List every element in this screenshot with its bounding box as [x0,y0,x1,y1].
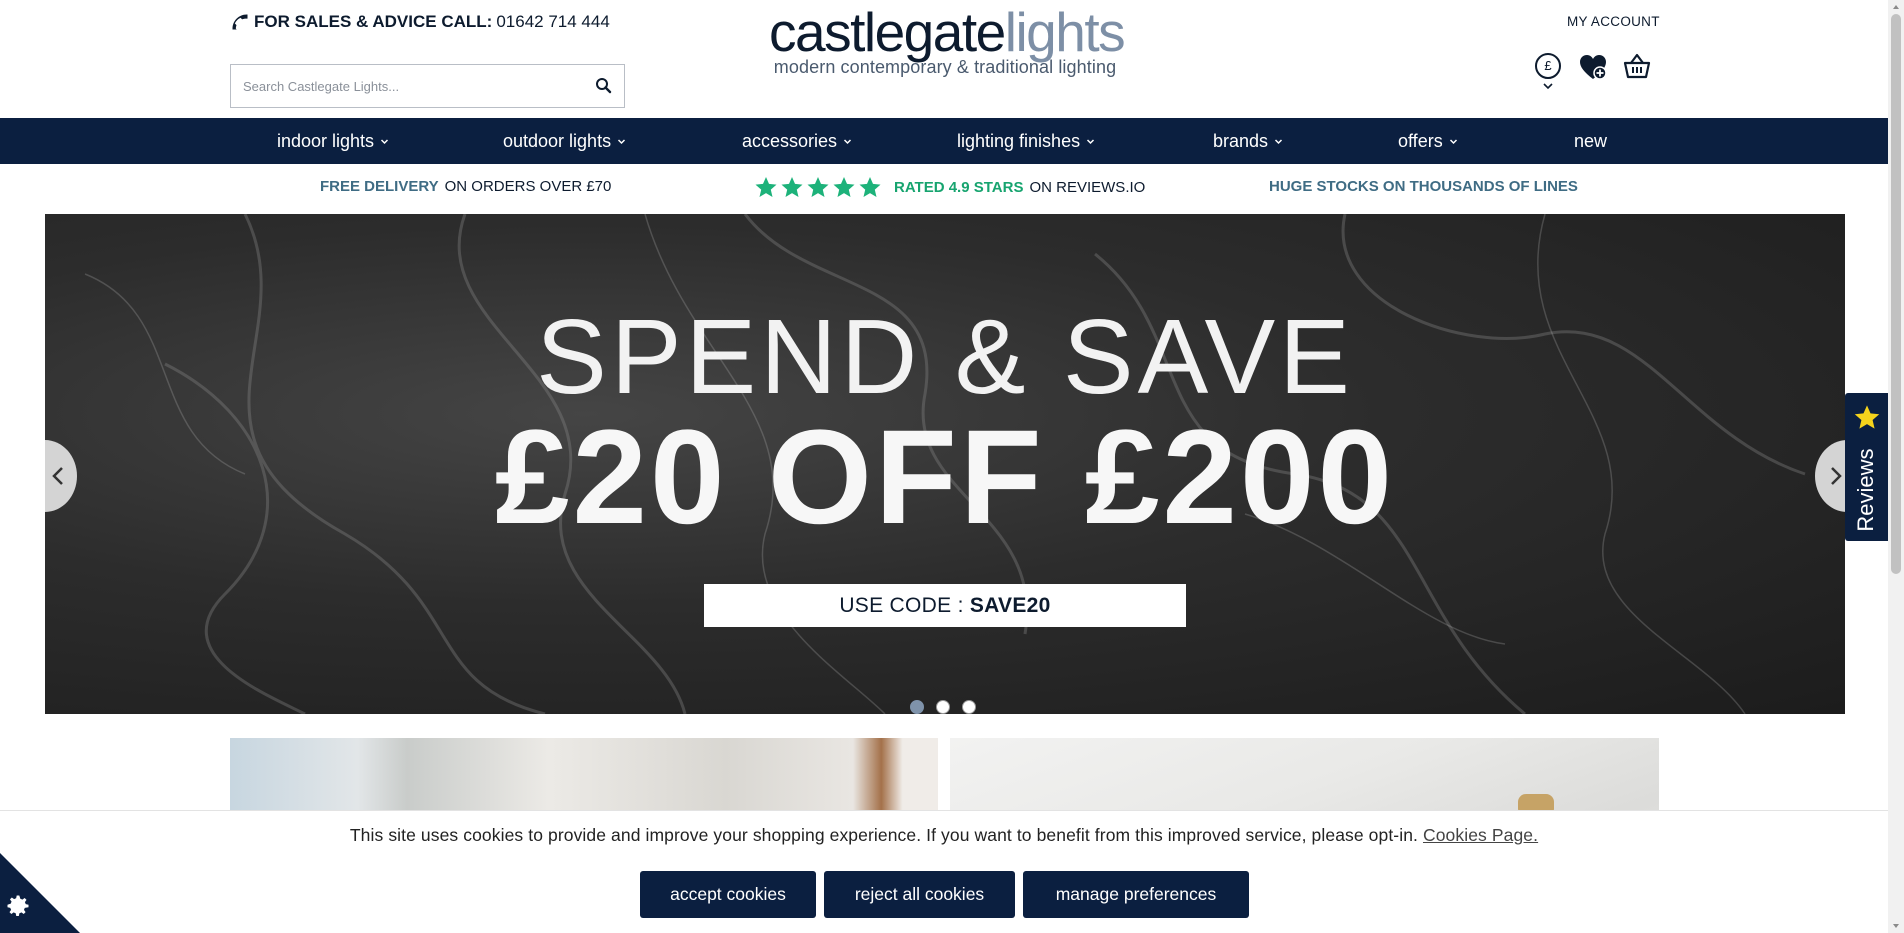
nav-label: new [1574,131,1608,151]
manage-preferences-button[interactable]: manage preferences [1023,871,1249,918]
nav-item-lighting-finishes[interactable]: lighting finishes [957,118,1095,164]
nav-item-accessories[interactable]: accessories [742,118,852,164]
phone-icon [232,14,248,30]
rating-stars [754,175,882,199]
scroll-down-arrow-icon[interactable] [1892,922,1900,930]
nav-label: lighting finishes [957,131,1081,151]
search-icon[interactable] [594,76,614,96]
site-logo[interactable]: castlegatelights modern contemporary & t… [769,1,1126,80]
nav-label: offers [1398,131,1443,151]
chevron-down-icon [1449,138,1457,144]
nav-label: outdoor lights [503,131,612,151]
star-icon [1854,405,1880,429]
search-box [230,64,625,108]
star-icon [859,177,881,197]
usp-stocks: HUGE STOCKS ON THOUSANDS OF LINES [1269,178,1578,195]
gear-icon [7,895,29,917]
hero-offer: £20 OFF £200 [494,403,1396,552]
page-scrollbar[interactable] [1888,0,1904,933]
search-input[interactable] [231,65,571,107]
nav-item-indoor-lights[interactable]: indoor lights [277,118,389,164]
nav-item-new[interactable]: new [1574,118,1607,164]
nav-item-brands[interactable]: brands [1213,118,1283,164]
phone-label: FOR SALES & ADVICE CALL: [254,12,493,31]
usp-stocks-text: HUGE STOCKS ON THOUSANDS OF LINES [1269,178,1578,195]
nav-label: accessories [742,131,838,151]
reviews-tab-label: Reviews [1853,448,1878,532]
logo-tagline: modern contemporary & traditional lighti… [773,57,1117,77]
logo-wordmark: castlegatelights [769,1,1126,63]
my-account-link[interactable]: MY ACCOUNT [1567,14,1660,29]
reject-cookies-button[interactable]: reject all cookies [824,871,1015,918]
carousel-dot-2[interactable] [936,700,950,714]
logo-part-lights: lights [1004,1,1126,63]
main-navigation: indoor lights outdoor lights accessories… [0,118,1888,164]
chevron-right-icon [1831,467,1842,485]
nav-item-outdoor-lights[interactable]: outdoor lights [503,118,626,164]
nav-item-offers[interactable]: offers [1398,118,1458,164]
promo-code-prefix: USE CODE : [839,594,970,617]
chevron-down-icon [844,138,852,144]
star-icon [755,177,777,197]
usp-free-delivery: FREE DELIVERY ON ORDERS OVER £70 [320,178,611,195]
basket-icon[interactable] [1623,52,1651,80]
carousel-dot-1[interactable] [910,700,924,714]
cookie-message-line: This site uses cookies to provide and im… [0,825,1888,846]
site-header: FOR SALES & ADVICE CALL: 01642 714 444 c… [0,0,1888,118]
rating-highlight: RATED 4.9 STARS [894,178,1024,196]
scrollbar-thumb[interactable] [1891,14,1901,574]
chevron-down-icon [381,138,389,144]
reviews-side-tab[interactable]: Reviews [1845,393,1888,541]
scroll-up-arrow-icon[interactable] [1892,3,1900,11]
accept-cookies-button[interactable]: accept cookies [640,871,816,918]
rating-source: ON REVIEWS.IO [1029,178,1146,196]
chevron-down-icon [618,138,626,144]
star-icon [807,177,829,197]
logo-part-castlegate: castlegate [769,1,1006,63]
nav-label: indoor lights [277,131,375,151]
carousel-dot-3[interactable] [962,700,976,714]
nav-label: brands [1213,131,1269,151]
carousel-dots [910,700,976,714]
chevron-down-icon[interactable] [1542,82,1554,90]
usp-delivery-text: ON ORDERS OVER £70 [444,178,612,195]
chevron-down-icon [1275,138,1283,144]
currency-selector[interactable]: £ [1535,53,1561,79]
sales-phone-line[interactable]: FOR SALES & ADVICE CALL: 01642 714 444 [230,12,610,32]
phone-number[interactable]: 01642 714 444 [496,12,609,32]
hero-headline: SPEND & SAVE [536,298,1354,416]
chevron-down-icon [1087,138,1095,144]
star-icon [781,177,803,197]
usp-rating[interactable]: RATED 4.9 STARS ON REVIEWS.IO [754,175,1145,199]
wishlist-heart-icon[interactable] [1578,53,1608,81]
promo-code: SAVE20 [969,594,1051,617]
cookie-message: This site uses cookies to provide and im… [349,825,1419,845]
promo-code-box: USE CODE : SAVE20 [704,584,1186,627]
chevron-left-icon [52,467,63,485]
hero-banner[interactable]: SPEND & SAVE £20 OFF £200 USE CODE : SAV… [45,214,1845,714]
star-icon [833,177,855,197]
usp-delivery-highlight: FREE DELIVERY [320,178,439,195]
cookies-page-link[interactable]: Cookies Page. [1423,825,1538,845]
cookie-banner: This site uses cookies to provide and im… [0,810,1888,933]
